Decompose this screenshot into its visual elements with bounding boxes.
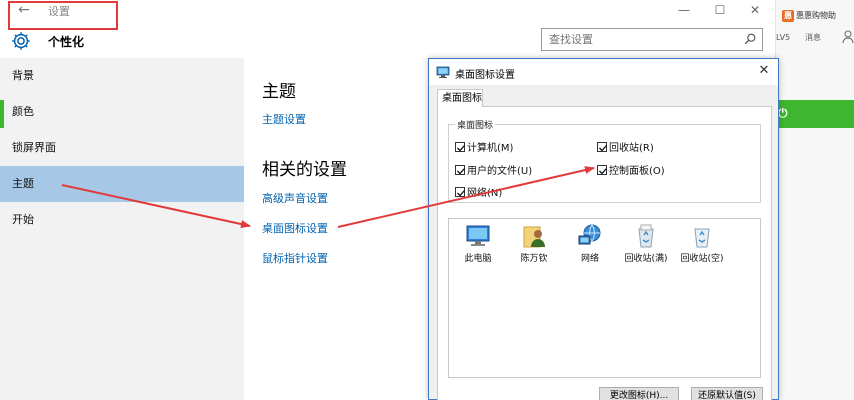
tab-desktop-icons[interactable]: 桌面图标: [437, 89, 483, 107]
arrow-to-desktop-icon-link: [61, 184, 251, 228]
annotation-arrows: [61, 166, 595, 228]
arrow-to-control-panel: [337, 166, 595, 228]
